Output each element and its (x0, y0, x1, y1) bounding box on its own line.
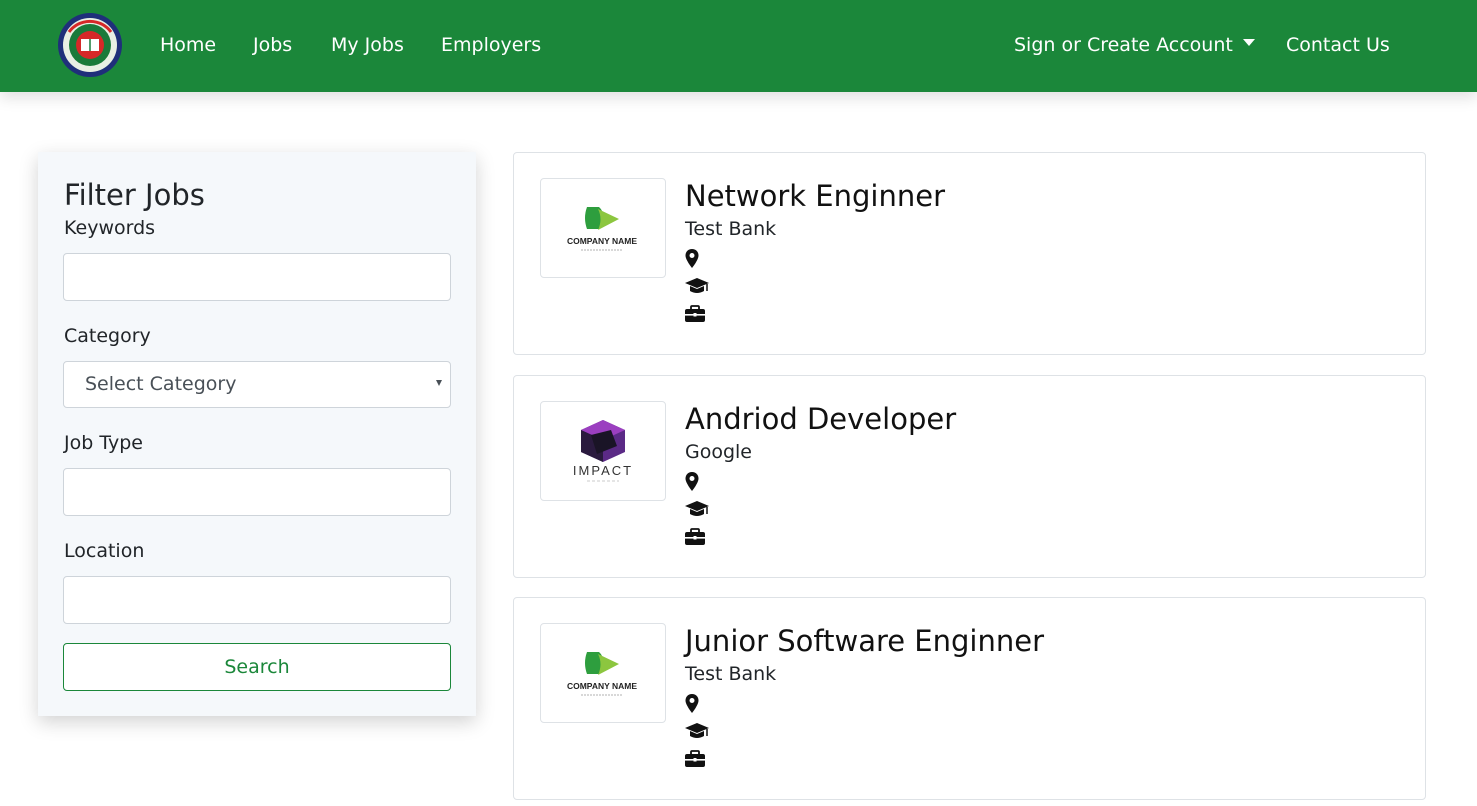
sign-in-dropdown[interactable]: Sign or Create Account (1014, 31, 1255, 59)
category-label: Category (64, 325, 151, 347)
company-name-logo-icon: COMPANY NAME (567, 652, 637, 696)
sign-in-label: Sign or Create Account (1014, 34, 1233, 56)
impact-build-logo-icon: IMPACT (573, 420, 633, 482)
briefcase-icon (685, 305, 705, 322)
company-name: Test Bank (685, 218, 777, 240)
job-title[interactable]: Network Enginner (685, 178, 945, 214)
job-card[interactable]: IMPACT Andriod Developer Google (513, 375, 1426, 578)
graduation-cap-icon (685, 278, 709, 293)
top-navbar: Home Jobs My Jobs Employers Sign or Crea… (0, 0, 1477, 92)
filter-title: Filter Jobs (64, 178, 205, 212)
location-input[interactable] (63, 576, 451, 624)
caret-down-icon (1242, 39, 1255, 46)
logo-text: COMPANY NAME (567, 236, 637, 246)
job-type-label: Job Type (64, 432, 143, 454)
location-label: Location (64, 540, 145, 562)
job-type-input[interactable] (63, 468, 451, 516)
company-logo: COMPANY NAME (540, 178, 666, 278)
nav-home-link[interactable]: Home (160, 31, 216, 59)
keywords-label: Keywords (64, 217, 156, 239)
bcs-emblem-logo-icon[interactable] (57, 12, 123, 78)
nav-employers-link[interactable]: Employers (441, 31, 541, 59)
category-select[interactable]: Select Category (63, 361, 451, 408)
briefcase-icon (685, 528, 705, 545)
job-title[interactable]: Andriod Developer (685, 401, 956, 437)
company-logo: IMPACT (540, 401, 666, 501)
search-button[interactable]: Search (63, 643, 451, 691)
job-title[interactable]: Junior Software Enginner (685, 623, 1044, 659)
logo-text: IMPACT (573, 463, 633, 478)
map-marker-icon (685, 694, 699, 713)
nav-jobs-link[interactable]: Jobs (253, 31, 292, 59)
nav-contact-link[interactable]: Contact Us (1286, 31, 1390, 59)
briefcase-icon (685, 750, 705, 767)
nav-my-jobs-link[interactable]: My Jobs (331, 31, 404, 59)
map-marker-icon (685, 249, 699, 268)
company-name-logo-icon: COMPANY NAME (567, 207, 637, 251)
category-selected-value: Select Category (85, 373, 237, 395)
map-marker-icon (685, 472, 699, 491)
graduation-cap-icon (685, 723, 709, 738)
logo-text: COMPANY NAME (567, 681, 637, 691)
keywords-input[interactable] (63, 253, 451, 301)
job-card[interactable]: COMPANY NAME Junior Software Enginner Te… (513, 597, 1426, 800)
job-card[interactable]: COMPANY NAME Network Enginner Test Bank (513, 152, 1426, 355)
company-logo: COMPANY NAME (540, 623, 666, 723)
company-name: Google (685, 441, 753, 463)
company-name: Test Bank (685, 663, 777, 685)
select-caret-icon (436, 380, 442, 386)
graduation-cap-icon (685, 501, 709, 516)
filter-panel: Filter Jobs Keywords Category Select Cat… (38, 152, 476, 716)
